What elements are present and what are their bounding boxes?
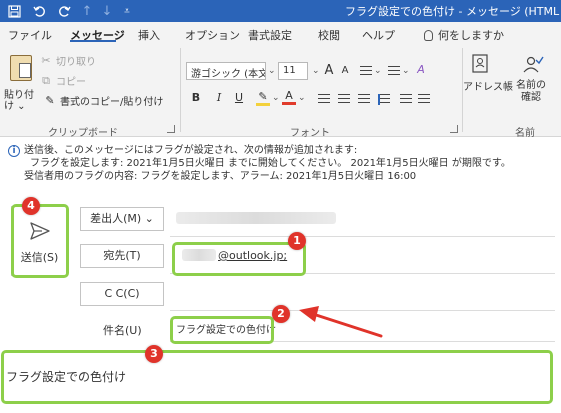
clipboard-dialog-launcher[interactable] [167,125,175,133]
names-group-label: 名前 [515,128,535,139]
pointer-arrow [299,306,383,338]
copy-icon: ⧉ [42,73,50,87]
step-badge-3: 3 [145,345,163,363]
highlight-subject [170,316,274,344]
tab-format[interactable]: 書式設定 [248,27,292,43]
align-center-icon[interactable] [338,94,350,105]
check-names-button[interactable] [522,54,544,78]
flag-info-bar: 送信後、このメッセージにはフラグが設定され、次の情報が追加されます: フラグを設… [8,144,511,183]
scissors-icon: ✂ [41,54,51,67]
bold-button[interactable]: B [189,91,203,104]
brush-icon: ✎ [45,94,55,107]
underline-button[interactable]: U [232,91,246,104]
arrow-down-icon[interactable]: ↓ [100,0,114,22]
chevron-down-icon: ⌄ [144,212,154,225]
address-book-button[interactable] [470,54,490,78]
numbering-icon[interactable] [388,66,400,77]
info-line-3: 受信者用のフラグの内容: フラグを設定します、アラーム: 2021年1月5日火曜… [24,171,417,182]
step-badge-2: 2 [272,305,290,323]
align-left-icon[interactable] [318,94,330,105]
align-right-icon[interactable] [358,94,370,105]
clear-formatting-icon[interactable]: A [414,63,428,76]
check-names-icon [523,56,544,73]
step-badge-1: 1 [288,232,306,250]
paste-button-label[interactable]: 貼り付け ⌄ [4,90,38,112]
group-divider [180,48,181,132]
highlight-send [11,204,69,278]
active-tab-indicator [70,40,116,42]
field-divider [170,236,555,237]
font-name-box[interactable]: 游ゴシック (本文( [186,62,266,80]
customize-qat-icon[interactable]: ⩡ [120,0,134,22]
copy-button[interactable]: ⧉ コピー [40,73,86,89]
font-group-label: フォント [290,128,330,139]
italic-button[interactable]: I [212,91,226,104]
undo-icon[interactable] [32,0,48,22]
chevron-down-icon[interactable]: ⌄ [312,66,320,76]
increase-indent-icon[interactable] [418,94,430,105]
tab-review[interactable]: 校閲 [318,27,340,43]
format-painter-button[interactable]: ✎ 書式のコピー/貼り付け [44,93,163,108]
cc-button[interactable]: C C(C) [80,282,164,306]
to-button[interactable]: 宛先(T) [80,244,164,268]
cut-button[interactable]: ✂ 切り取り [40,53,96,68]
info-line-1: 送信後、このメッセージにはフラグが設定され、次の情報が追加されます: [24,145,358,156]
tab-options[interactable]: オプション [185,27,240,43]
from-address-redacted [176,212,336,224]
arrow-up-icon[interactable]: ↑ [80,0,94,22]
check-names-label: 名前の 確認 [516,80,546,103]
chevron-down-icon[interactable]: ⌄ [402,66,410,76]
justify-icon[interactable] [378,94,390,105]
lightbulb-icon [424,29,433,41]
tab-file[interactable]: ファイル [8,27,52,43]
tell-me-box[interactable]: 何をしますか [424,27,504,43]
from-button[interactable]: 差出人(M) ⌄ [80,207,164,231]
chevron-down-icon[interactable]: ⌄ [272,93,280,103]
redo-icon[interactable] [56,0,72,22]
clipboard-group-label: クリップボード [48,128,118,139]
tab-help[interactable]: ヘルプ [362,27,395,43]
chevron-down-icon[interactable]: ⌄ [298,93,306,103]
bullets-icon[interactable] [360,66,372,77]
grow-font-button[interactable]: A [322,63,336,78]
tab-insert[interactable]: 挿入 [138,27,160,43]
subject-label: 件名(U) [103,324,142,337]
address-book-label: アドレス帳 [463,82,513,93]
paste-icon[interactable] [10,55,32,81]
chevron-down-icon[interactable]: ⌄ [374,66,382,76]
window-title: フラグ設定での色付け - メッセージ (HTML 形 [345,5,561,18]
decrease-indent-icon[interactable] [400,94,412,105]
highlight-to [172,242,306,276]
tell-me-label: 何をしますか [438,29,504,42]
font-dialog-launcher[interactable] [450,125,458,133]
highlight-body [1,350,553,404]
title-bar: ↑ ↓ ⩡ フラグ設定での色付け - メッセージ (HTML 形 [0,0,561,22]
chevron-down-icon[interactable]: ⌄ [268,66,276,76]
highlight-color-icon[interactable]: ✎ [256,90,270,106]
font-color-button[interactable]: A [282,89,296,105]
step-badge-4: 4 [22,197,40,215]
save-icon[interactable] [6,0,22,22]
address-book-icon [472,54,488,73]
info-line-2: フラグを設定します: 2021年1月5日火曜日 までに開始してください。 202… [30,158,511,169]
font-size-box[interactable]: 11 [278,62,308,80]
shrink-font-button[interactable]: A [338,65,352,76]
